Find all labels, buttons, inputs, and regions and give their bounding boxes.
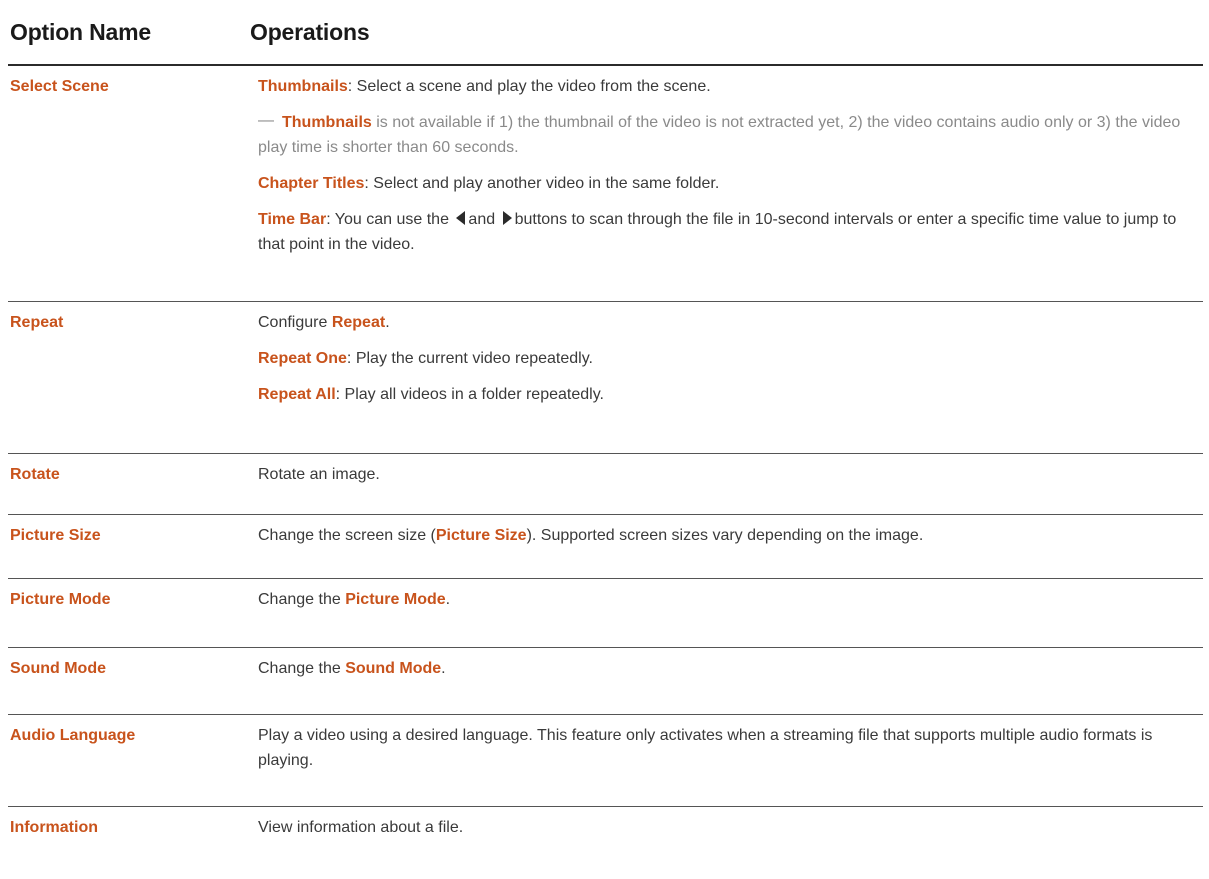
time-bar-paragraph: Time Bar: You can use the and buttons to… xyxy=(258,207,1203,257)
options-table: Option Name Operations Select Scene Thum… xyxy=(8,0,1203,867)
picture-size-label: Picture Size xyxy=(435,527,527,544)
repeat-one-text: : Play the current video repeatedly. xyxy=(346,350,593,367)
time-bar-text-1: : You can use the xyxy=(326,211,449,228)
note-dash: — xyxy=(258,112,274,129)
picture-size-text-2: ). Supported screen sizes vary depending… xyxy=(526,527,924,544)
operations-select-scene: Thumbnails: Select a scene and play the … xyxy=(258,66,1203,301)
chapter-titles-text: : Select and play another video in the s… xyxy=(364,175,720,192)
picture-mode-label: Picture Mode xyxy=(345,591,446,608)
table-row-repeat: Repeat Configure Repeat. Repeat One: Pla… xyxy=(8,302,1203,454)
repeat-one-paragraph: Repeat One: Play the current video repea… xyxy=(258,346,1203,371)
configure-repeat-label: Repeat xyxy=(331,314,386,331)
time-bar-label: Time Bar xyxy=(258,211,327,228)
note-thumbnails-label: Thumbnails xyxy=(282,114,372,131)
audio-language-text: Play a video using a desired language. T… xyxy=(258,727,1153,769)
chapter-titles-label: Chapter Titles xyxy=(258,175,365,192)
configure-text: Configure xyxy=(258,314,332,331)
option-name-repeat: Repeat xyxy=(10,314,64,331)
note-text: is not available if 1) the thumbnail of … xyxy=(258,114,1181,156)
table-row-sound-mode: Sound Mode Change the Sound Mode. xyxy=(8,648,1203,715)
sound-mode-paragraph: Change the Sound Mode. xyxy=(258,656,1203,681)
option-name-picture-mode: Picture Mode xyxy=(10,591,111,608)
table-row-audio-language: Audio Language Play a video using a desi… xyxy=(8,715,1203,807)
repeat-all-text: : Play all videos in a folder repeatedly… xyxy=(335,386,604,403)
configure-paragraph: Configure Repeat. xyxy=(258,310,1203,335)
option-name-rotate: Rotate xyxy=(10,466,60,483)
repeat-all-label: Repeat All xyxy=(258,386,336,403)
chapter-titles-paragraph: Chapter Titles: Select and play another … xyxy=(258,171,1203,196)
operations-picture-size: Change the screen size (Picture Size). S… xyxy=(258,515,1203,578)
operations-repeat: Configure Repeat. Repeat One: Play the c… xyxy=(258,302,1203,453)
table-row-picture-size: Picture Size Change the screen size (Pic… xyxy=(8,515,1203,579)
table-row-rotate: Rotate Rotate an image. xyxy=(8,454,1203,515)
picture-mode-text-2: . xyxy=(445,591,451,608)
operations-audio-language: Play a video using a desired language. T… xyxy=(258,715,1203,806)
table-row-picture-mode: Picture Mode Change the Picture Mode. xyxy=(8,579,1203,648)
operations-information: View information about a file. xyxy=(258,807,1203,867)
configure-period: . xyxy=(385,314,390,331)
repeat-one-label: Repeat One xyxy=(258,350,347,367)
picture-size-text-1: Change the screen size ( xyxy=(258,527,436,544)
table-header: Option Name Operations xyxy=(8,0,1203,66)
picture-size-paragraph: Change the screen size (Picture Size). S… xyxy=(258,523,1203,548)
sound-mode-text-2: . xyxy=(441,660,446,677)
sound-mode-label: Sound Mode xyxy=(345,660,442,677)
operations-rotate: Rotate an image. xyxy=(258,454,1203,514)
option-name-sound-mode: Sound Mode xyxy=(10,660,106,677)
thumbnails-label: Thumbnails xyxy=(258,78,348,95)
option-name-select-scene: Select Scene xyxy=(10,78,109,95)
thumbnails-text: : Select a scene and play the video from… xyxy=(347,78,711,95)
table-row-information: Information View information about a fil… xyxy=(8,807,1203,867)
picture-mode-paragraph: Change the Picture Mode. xyxy=(258,587,1203,612)
right-arrow-icon xyxy=(502,211,512,225)
thumbnails-paragraph: Thumbnails: Select a scene and play the … xyxy=(258,74,1203,99)
time-bar-and: and xyxy=(468,211,496,228)
option-name-picture-size: Picture Size xyxy=(10,527,101,544)
thumbnails-note: — Thumbnails is not available if 1) the t… xyxy=(258,110,1203,160)
option-name-audio-language: Audio Language xyxy=(10,727,136,744)
header-option-name: Option Name xyxy=(10,18,151,45)
repeat-all-paragraph: Repeat All: Play all videos in a folder … xyxy=(258,382,1203,407)
table-row-select-scene: Select Scene Thumbnails: Select a scene … xyxy=(8,66,1203,302)
operations-sound-mode: Change the Sound Mode. xyxy=(258,648,1203,714)
rotate-text: Rotate an image. xyxy=(258,466,380,483)
option-name-information: Information xyxy=(10,819,98,836)
header-operations: Operations xyxy=(250,18,370,45)
sound-mode-text-1: Change the xyxy=(258,660,346,677)
information-text: View information about a file. xyxy=(258,819,464,836)
operations-picture-mode: Change the Picture Mode. xyxy=(258,579,1203,647)
picture-mode-text-1: Change the xyxy=(258,591,346,608)
left-arrow-icon xyxy=(456,211,466,225)
